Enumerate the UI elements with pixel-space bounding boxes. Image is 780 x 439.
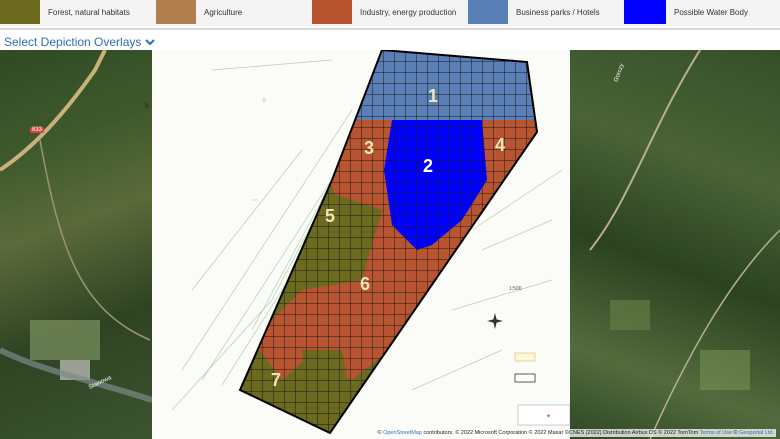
osm-link[interactable]: OpenStreetMap (383, 430, 422, 436)
terms-link[interactable]: Terms of Use (700, 430, 732, 436)
legend-swatch-industry (312, 0, 352, 24)
satellite-right: Gorczy (570, 50, 780, 439)
plan-scale: 1:500 (509, 286, 522, 292)
legend-swatch-water (624, 0, 666, 24)
site-plan: 1 3 2 4 5 6 7 1:500 ✦ (152, 50, 570, 439)
attribution-text: contributors. © 2022 Microsoft Corporati… (423, 430, 699, 436)
legend-swatch-agriculture (156, 0, 196, 24)
legend-swatch-forest (0, 0, 40, 24)
select-overlays-label: Select Depiction Overlays (4, 35, 142, 49)
compass-icon (487, 313, 503, 329)
legend-item-water: Possible Water Body (624, 0, 748, 24)
legend-label-business: Business parks / Hotels (516, 7, 600, 17)
geoportal-link[interactable]: Geoportal Ltd. (739, 430, 774, 436)
legend-item-agriculture: Agriculture (156, 0, 242, 24)
attribution-geo-prefix: © (733, 430, 738, 436)
map-viewport[interactable]: B 833 Stawowa Gorczy 1 3 2 4 5 6 7 1:500… (0, 50, 780, 439)
place-label-b: B (145, 104, 150, 110)
chevron-down-icon (145, 35, 156, 49)
legend-label-forest: Forest, natural habitats (48, 7, 130, 17)
legend-item-forest: Forest, natural habitats (0, 0, 130, 24)
satellite-left: B 833 Stawowa (0, 50, 152, 439)
legend-label-water: Possible Water Body (674, 7, 748, 17)
legend-label-industry: Industry, energy production (360, 7, 457, 17)
zone-label-5: 5 (325, 206, 335, 226)
zone-label-3: 3 (364, 138, 374, 158)
map-attribution: © OpenStreetMap contributors. © 2022 Mic… (375, 429, 776, 437)
attribution-prefix: © (377, 430, 382, 436)
legend-swatch-business (468, 0, 508, 24)
zone-label-6: 6 (360, 274, 370, 294)
legend-bar: Forest, natural habitats Agriculture Ind… (0, 0, 780, 26)
overlay-bar: Select Depiction Overlays (0, 28, 780, 52)
legend-label-agriculture: Agriculture (204, 7, 243, 17)
road-badge: 833 (30, 127, 45, 133)
legend-item-industry: Industry, energy production (312, 0, 456, 24)
zone-label-4: 4 (495, 135, 505, 155)
zone-label-7: 7 (271, 370, 281, 390)
svg-text:✦: ✦ (546, 413, 551, 420)
legend-item-business: Business parks / Hotels (468, 0, 600, 24)
select-overlays-dropdown[interactable]: Select Depiction Overlays (4, 35, 156, 49)
zone-label-1: 1 (428, 86, 438, 106)
zone-label-2: 2 (423, 156, 433, 176)
